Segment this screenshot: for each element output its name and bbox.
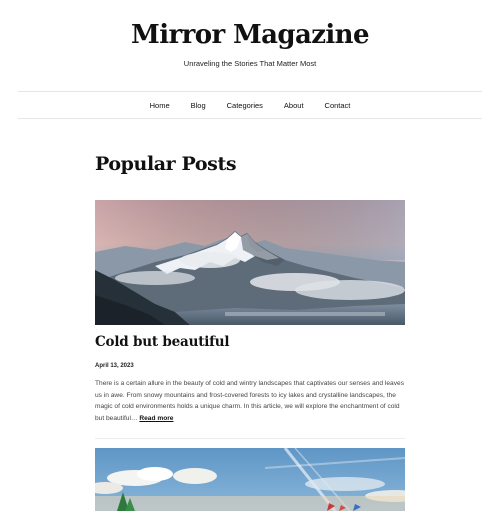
read-more-link[interactable]: Read more — [139, 415, 173, 422]
nav-link-about[interactable]: About — [273, 101, 314, 110]
post-image-snowy-mountain[interactable] — [95, 200, 405, 325]
post-title[interactable]: Cold but beautiful — [95, 334, 230, 350]
section-title: Popular Posts — [95, 153, 237, 175]
main-navigation: Home Blog Categories About Contact — [18, 91, 482, 119]
post-date: April 13, 2023 — [95, 363, 134, 369]
nav-link-blog[interactable]: Blog — [180, 101, 216, 110]
site-tagline: Unraveling the Stories That Matter Most — [183, 59, 317, 68]
snowy-mountain-photo-icon — [95, 200, 405, 325]
sky-festival-photo-icon — [95, 448, 405, 511]
post-image-sky[interactable] — [95, 448, 405, 511]
nav-link-categories[interactable]: Categories — [216, 101, 273, 110]
post-divider — [95, 438, 405, 439]
nav-link-contact[interactable]: Contact — [314, 101, 361, 110]
post-excerpt: There is a certain allure in the beauty … — [95, 378, 405, 425]
site-title[interactable]: Mirror Magazine — [0, 20, 500, 50]
site-header: Mirror Magazine Unraveling the Stories T… — [0, 0, 500, 92]
nav-link-home[interactable]: Home — [139, 101, 180, 110]
